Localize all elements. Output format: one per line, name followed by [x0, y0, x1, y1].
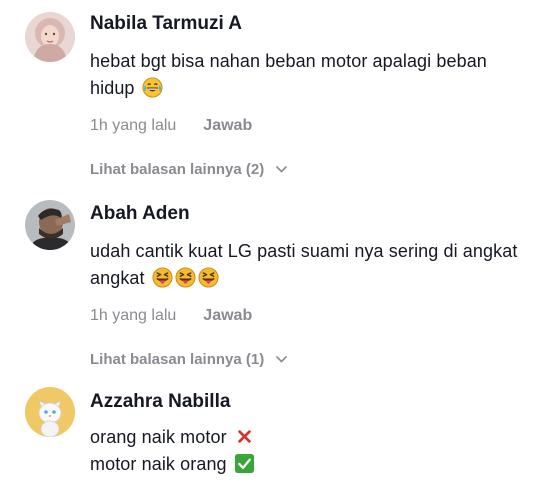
avatar[interactable]: [25, 12, 75, 62]
avatar[interactable]: [25, 387, 75, 437]
tongue-wink-emoji: [198, 267, 219, 288]
avatar[interactable]: [25, 200, 75, 250]
more-replies-label: Lihat balasan lainnya (2): [90, 161, 265, 178]
tongue-wink-emoji: [175, 267, 196, 288]
comment-time: 1h yang lalu: [90, 307, 177, 324]
comment-text: orang naik motor motor naik orang: [90, 424, 556, 478]
comment-text: hebat bgt bisa nahan beban motor apalagi…: [90, 51, 487, 98]
view-more-replies-button[interactable]: Lihat balasan lainnya (2): [90, 160, 556, 180]
comment-author[interactable]: Azzahra Nabilla: [90, 390, 556, 414]
comment-time: 1h yang lalu: [90, 117, 177, 134]
reply-button[interactable]: Jawab: [203, 117, 252, 134]
red-cross-mark-emoji: [237, 429, 251, 444]
view-more-replies-button[interactable]: Lihat balasan lainnya (1): [90, 350, 556, 370]
comment-text: udah cantik kuat LG pasti suami nya seri…: [90, 241, 518, 288]
chevron-down-icon: [276, 356, 288, 363]
more-replies-label: Lihat balasan lainnya (1): [90, 351, 265, 368]
chevron-down-icon: [276, 166, 288, 173]
comment-author[interactable]: Abah Aden: [90, 202, 556, 226]
tongue-wink-emoji: [152, 267, 173, 288]
laughing-tears-emoji: [142, 77, 163, 98]
reply-button[interactable]: Jawab: [203, 307, 252, 324]
comment-meta: 1h yang lalu Jawab: [90, 306, 556, 326]
comment-meta: 1h yang lalu Jawab: [90, 116, 556, 136]
green-check-mark-emoji: [234, 453, 254, 474]
comment-author[interactable]: Nabila Tarmuzi A: [90, 12, 556, 36]
